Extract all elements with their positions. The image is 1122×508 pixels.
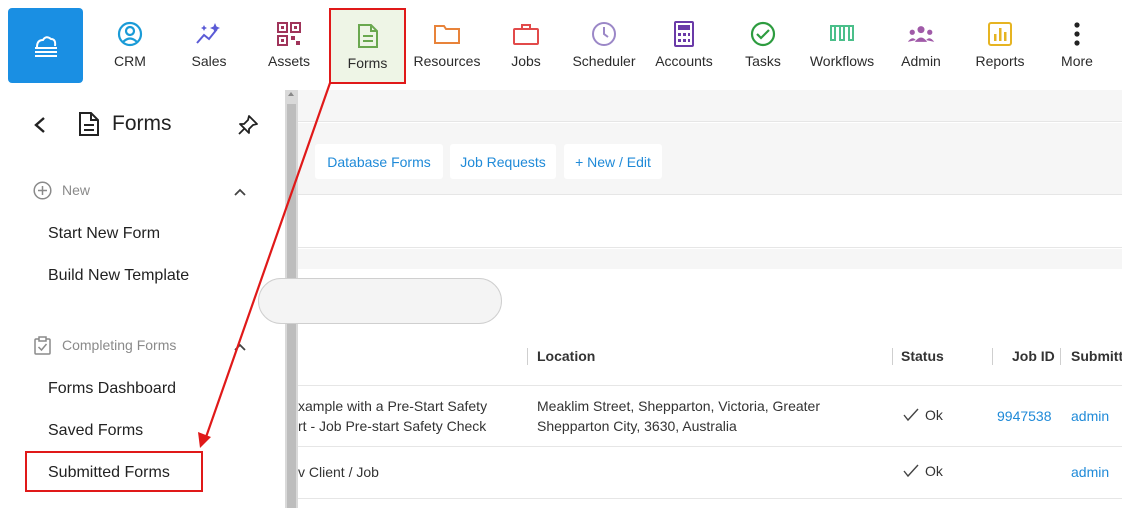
chevron-up-icon[interactable]	[233, 184, 247, 196]
tab-new-edit[interactable]: + New / Edit	[564, 144, 662, 179]
column-separator	[527, 348, 528, 365]
column-header-submitted[interactable]: Submitte	[1071, 348, 1122, 364]
column-separator	[892, 348, 893, 365]
nav-label-reports: Reports	[975, 53, 1025, 69]
scroll-up-arrow-icon[interactable]	[288, 92, 294, 96]
user-circle-icon	[116, 20, 144, 48]
status-text: Ok	[925, 407, 943, 423]
plus-circle-icon	[33, 181, 52, 200]
submitted-by-link[interactable]: admin	[1071, 462, 1109, 482]
document-icon	[354, 22, 382, 50]
nav-label-jobs: Jobs	[511, 53, 541, 69]
nav-label-workflows: Workflows	[809, 53, 875, 69]
tabs-bar: Database Forms Job Requests + New / Edit	[298, 123, 1122, 195]
back-arrow-icon[interactable]	[33, 116, 51, 136]
chevron-up-icon[interactable]	[233, 339, 247, 351]
nav-item-crm[interactable]: CRM	[98, 8, 162, 82]
nav-label-accounts: Accounts	[655, 53, 713, 69]
row-divider	[298, 498, 1122, 499]
search-input[interactable]	[258, 278, 502, 324]
nav-item-workflows[interactable]: Workflows	[806, 8, 878, 82]
location-line: Shepparton City, 3630, Australia	[537, 418, 737, 434]
nav-label-forms: Forms	[347, 55, 388, 71]
nav-label-more: More	[1061, 53, 1093, 69]
menu-saved-forms[interactable]: Saved Forms	[48, 422, 143, 440]
nav-label-admin: Admin	[901, 53, 941, 69]
logo-button[interactable]	[8, 8, 83, 83]
status-ok: Ok	[903, 461, 943, 481]
cloud-logo-icon	[34, 35, 57, 57]
nav-label-resources: Resources	[413, 53, 481, 69]
nav-label-crm: CRM	[114, 53, 146, 69]
panel-title: Forms	[112, 112, 172, 135]
column-header-status[interactable]: Status	[901, 348, 944, 364]
tab-job-requests[interactable]: Job Requests	[450, 144, 556, 179]
folder-icon	[433, 20, 461, 48]
qr-code-icon	[275, 20, 303, 48]
main-content: Database Forms Job Requests + New / Edit…	[258, 90, 1122, 508]
sparkle-chart-icon	[195, 20, 223, 48]
form-name-line: rt - Job Pre-start Safety Check	[298, 418, 487, 434]
nav-item-admin[interactable]: Admin	[889, 8, 953, 82]
briefcase-icon	[512, 20, 540, 48]
form-name-line: xample with a Pre-Start Safety	[298, 398, 488, 414]
nav-label-tasks: Tasks	[745, 53, 781, 69]
forms-side-panel: Forms New Start New Form Build New Templ…	[0, 90, 285, 508]
menu-start-new-form[interactable]: Start New Form	[48, 225, 160, 243]
nav-label-scheduler: Scheduler	[572, 53, 636, 69]
menu-build-new-template[interactable]: Build New Template	[48, 267, 189, 285]
column-header-job-id[interactable]: Job ID	[1012, 348, 1055, 364]
nav-item-resources[interactable]: Resources	[412, 8, 482, 82]
nav-item-accounts[interactable]: Accounts	[650, 8, 718, 82]
section-new-title: New	[62, 182, 91, 198]
clipboard-check-icon	[33, 336, 52, 355]
pin-icon[interactable]	[237, 114, 259, 136]
clock-icon	[590, 20, 618, 48]
column-header-location[interactable]: Location	[537, 348, 595, 364]
nav-item-jobs[interactable]: Jobs	[494, 8, 558, 82]
nav-label-assets: Assets	[267, 53, 310, 69]
top-navigation: CRM Sales Assets Forms Resources Jobs Sc…	[0, 0, 1122, 90]
nav-label-sales: Sales	[191, 53, 227, 69]
job-id-link[interactable]: 9947538	[997, 406, 1052, 426]
nav-item-assets[interactable]: Assets	[257, 8, 321, 82]
menu-forms-dashboard[interactable]: Forms Dashboard	[48, 380, 176, 398]
status-ok: Ok	[903, 405, 943, 425]
vertical-dots-icon	[1063, 20, 1091, 48]
filter-divider	[298, 249, 1122, 269]
row-divider	[298, 446, 1122, 447]
bar-chart-icon	[986, 20, 1014, 48]
section-completing-title: Completing Forms	[62, 337, 177, 353]
location-line: Meaklim Street, Shepparton, Victoria, Gr…	[537, 398, 820, 414]
tab-database-forms[interactable]: Database Forms	[315, 144, 443, 179]
status-text: Ok	[925, 463, 943, 479]
panel-header: Forms	[0, 108, 285, 144]
main-top-bar	[298, 90, 1122, 122]
workflow-icon	[828, 20, 856, 48]
menu-submitted-forms[interactable]: Submitted Forms	[48, 464, 170, 482]
checkmark-icon	[903, 408, 919, 422]
check-circle-icon	[749, 20, 777, 48]
nav-item-sales[interactable]: Sales	[177, 8, 241, 82]
submitted-by-link[interactable]: admin	[1071, 406, 1109, 426]
document-icon	[78, 111, 100, 137]
nav-item-forms[interactable]: Forms	[329, 8, 406, 84]
section-new-header[interactable]: New	[33, 180, 253, 202]
checkmark-icon	[903, 464, 919, 478]
column-separator	[1060, 348, 1061, 365]
section-completing-header[interactable]: Completing Forms	[33, 335, 253, 357]
form-name-line: v Client / Job	[298, 464, 379, 480]
column-separator	[992, 348, 993, 365]
nav-item-reports[interactable]: Reports	[967, 8, 1033, 82]
nav-item-more[interactable]: More	[1047, 8, 1107, 82]
calculator-icon	[670, 20, 698, 48]
users-icon	[907, 20, 935, 48]
table-header-divider	[298, 385, 1122, 386]
nav-item-tasks[interactable]: Tasks	[731, 8, 795, 82]
filter-area	[298, 196, 1122, 248]
nav-item-scheduler[interactable]: Scheduler	[570, 8, 638, 82]
